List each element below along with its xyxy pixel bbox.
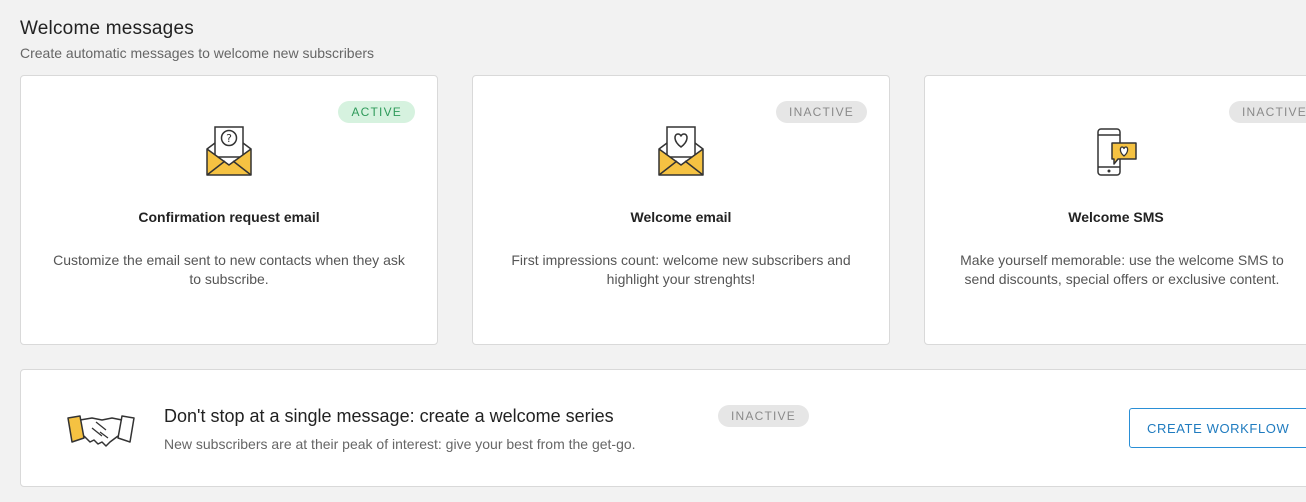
status-badge: ACTIVE: [338, 101, 415, 123]
page-subtitle: Create automatic messages to welcome new…: [20, 45, 375, 61]
series-description: New subscribers are at their peak of int…: [164, 436, 636, 452]
card-title: Welcome email: [630, 209, 732, 225]
card-welcome-email[interactable]: INACTIVE Welcome email First impressions…: [472, 75, 890, 345]
card-welcome-sms[interactable]: INACTIVE Welcome SMS Make yourself memor…: [924, 75, 1306, 345]
card-description: Make yourself memorable: use the welcome…: [960, 252, 1284, 287]
page-title: Welcome messages: [20, 18, 194, 39]
svg-text:?: ?: [226, 132, 232, 145]
card-title: Welcome SMS: [1068, 209, 1164, 225]
card-description: First impressions count: welcome new sub…: [511, 252, 851, 287]
create-workflow-button[interactable]: CREATE WORKFLOW: [1129, 408, 1306, 448]
card-description: Customize the email sent to new contacts…: [53, 252, 405, 287]
card-confirmation-request-email[interactable]: ACTIVE ? Confirmation request email Cust…: [20, 75, 438, 345]
handshake-icon: [67, 415, 135, 447]
welcome-series-banner: Don't stop at a single message: create a…: [20, 369, 1306, 487]
welcome-messages-page: Welcome messages Create automatic messag…: [0, 0, 1306, 502]
envelope-question-icon: ?: [206, 126, 252, 176]
envelope-heart-icon: [658, 126, 704, 176]
card-title: Confirmation request email: [138, 209, 320, 225]
status-badge: INACTIVE: [776, 101, 867, 123]
series-title: Don't stop at a single message: create a…: [164, 406, 614, 426]
phone-heart-message-icon: [1097, 128, 1137, 176]
status-badge: INACTIVE: [718, 405, 809, 427]
